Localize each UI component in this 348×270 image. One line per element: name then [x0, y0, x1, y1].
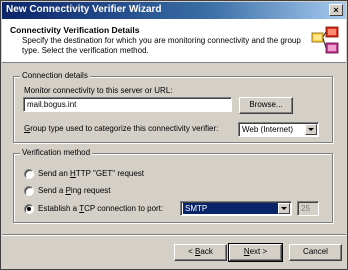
port-value: 25	[301, 204, 310, 213]
back-button[interactable]: < Back	[174, 244, 227, 261]
verification-method-legend: Verification method	[20, 148, 93, 157]
protocol-select[interactable]: SMTP	[180, 201, 292, 216]
tcp-connection-radio[interactable]	[24, 204, 34, 214]
group-type-value: Web (Internet)	[242, 125, 293, 134]
cancel-button[interactable]: Cancel	[289, 244, 342, 261]
monitor-label: Monitor connectivity to this server or U…	[24, 86, 173, 95]
ping-radio[interactable]	[24, 186, 34, 196]
browse-button[interactable]: Browse...	[239, 97, 293, 114]
group-type-label: Group type used to categorize this conne…	[24, 124, 219, 133]
title-bar[interactable]: New Connectivity Verifier Wizard ×	[2, 2, 346, 19]
header-title: Connectivity Verification Details	[10, 25, 140, 35]
ping-label: Send a Ping request	[38, 186, 111, 195]
server-url-input[interactable]: mail.bogus.int	[23, 97, 232, 112]
server-url-value: mail.bogus.int	[27, 100, 77, 109]
header-description: Specify the destination for which you ar…	[22, 36, 301, 55]
window-title: New Connectivity Verifier Wizard	[6, 4, 162, 15]
connection-details-legend: Connection details	[20, 71, 90, 80]
wizard-logo-icon	[311, 26, 339, 54]
group-type-select[interactable]: Web (Internet)	[238, 122, 319, 137]
close-icon[interactable]: ×	[329, 4, 343, 16]
wizard-header: Connectivity Verification Details Specif…	[2, 19, 346, 63]
chevron-down-icon[interactable]	[305, 124, 317, 135]
http-get-radio[interactable]	[24, 169, 34, 179]
footer-separator	[2, 234, 346, 236]
http-get-label: Send an HTTP "GET" request	[38, 169, 145, 178]
next-button[interactable]: Next >	[228, 243, 283, 262]
wizard-window: New Connectivity Verifier Wizard × Conne…	[0, 0, 348, 270]
tcp-connection-label: Establish a TCP connection to port:	[38, 204, 164, 213]
protocol-value: SMTP	[183, 203, 283, 214]
chevron-down-icon[interactable]	[278, 203, 290, 214]
port-input[interactable]: 25	[297, 201, 319, 216]
